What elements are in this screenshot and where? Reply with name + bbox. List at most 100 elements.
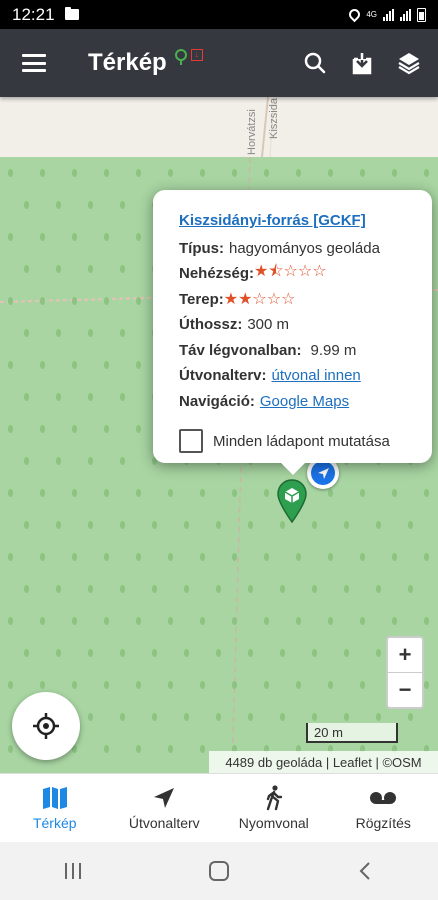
show-all-waypoints-checkbox[interactable] <box>179 429 203 453</box>
forest-dot <box>72 553 77 561</box>
forest-dot <box>88 201 93 209</box>
forest-dot <box>8 745 13 753</box>
cache-info-popup: Kiszsidányi-forrás [GCKF] Típus: hagyomán… <box>153 190 432 475</box>
zoom-in-button[interactable]: + <box>388 638 422 672</box>
forest-dot <box>72 361 77 369</box>
forest-dot <box>136 489 141 497</box>
forest-dot <box>72 169 77 177</box>
forest-dot <box>88 329 93 337</box>
forest-dot <box>120 201 125 209</box>
forest-dot <box>376 585 381 593</box>
forest-dot <box>216 585 221 593</box>
forest-dot <box>328 489 333 497</box>
forest-dot <box>392 553 397 561</box>
forest-dot <box>136 425 141 433</box>
forest-dot <box>232 489 237 497</box>
forest-dot <box>296 681 301 689</box>
forest-dot <box>56 265 61 273</box>
forest-dot <box>40 169 45 177</box>
forest-dot <box>328 169 333 177</box>
forest-dot <box>232 681 237 689</box>
forest-dot <box>184 713 189 721</box>
map-scale: 20 m <box>306 723 398 743</box>
google-maps-link[interactable]: Google Maps <box>260 393 349 410</box>
layers-button[interactable] <box>385 29 432 97</box>
forest-dot <box>184 585 189 593</box>
forest-dot <box>424 617 429 625</box>
type-label: Típus: <box>179 239 224 257</box>
forest-dot <box>56 521 61 529</box>
forest-dot <box>88 265 93 273</box>
app-bar: Térkép ↓ <box>0 29 438 97</box>
locate-me-button[interactable] <box>12 692 80 760</box>
back-button[interactable] <box>335 842 395 900</box>
forest-dot <box>8 681 13 689</box>
crosshair-icon <box>33 713 59 739</box>
forest-dot <box>344 521 349 529</box>
recent-apps-icon <box>65 863 81 879</box>
signal-icon <box>383 8 394 21</box>
nav-tab-route-label: Útvonalterv <box>128 815 200 831</box>
forest-dot <box>88 393 93 401</box>
forest-dot <box>40 361 45 369</box>
battery-icon <box>417 7 426 22</box>
walking-person-icon <box>264 785 284 811</box>
nav-tab-record[interactable]: Rögzítés <box>329 774 438 842</box>
nav-tab-map[interactable]: Térkép <box>0 774 110 842</box>
forest-dot <box>312 713 317 721</box>
menu-button[interactable] <box>0 29 68 97</box>
forest-dot <box>104 489 109 497</box>
download-button[interactable] <box>338 29 385 97</box>
forest-dot <box>40 297 45 305</box>
search-button[interactable] <box>291 29 338 97</box>
forest-dot <box>296 553 301 561</box>
forest-dot <box>104 297 109 305</box>
folder-icon <box>64 7 79 20</box>
nav-tab-track-label: Nyomvonal <box>238 815 309 831</box>
forest-dot <box>168 745 173 753</box>
forest-dot <box>296 169 301 177</box>
forest-dot <box>40 425 45 433</box>
forest-dot <box>360 553 365 561</box>
forest-dot <box>56 457 61 465</box>
home-button[interactable] <box>189 842 249 900</box>
forest-dot <box>392 489 397 497</box>
forest-dot <box>376 521 381 529</box>
forest-dot <box>280 713 285 721</box>
forest-dot <box>392 169 397 177</box>
zoom-out-button[interactable]: − <box>388 672 422 706</box>
forest-dot <box>360 169 365 177</box>
signal-icon-2 <box>400 8 411 21</box>
forest-dot <box>136 297 141 305</box>
nav-tab-track[interactable]: Nyomvonal <box>219 774 329 842</box>
forest-dot <box>8 617 13 625</box>
forest-dot <box>104 425 109 433</box>
road-label-kiszsida: Kiszsida <box>268 98 280 139</box>
recent-apps-button[interactable] <box>43 842 103 900</box>
forest-dot <box>200 489 205 497</box>
forest-dot <box>56 393 61 401</box>
geocache-marker[interactable] <box>276 479 308 523</box>
forest-dot <box>200 745 205 753</box>
forest-dot <box>312 521 317 529</box>
difficulty-stars: ★⯪☆☆☆ <box>254 263 327 281</box>
forest-dot <box>280 649 285 657</box>
route-link[interactable]: útvonal innen <box>272 367 361 384</box>
forest-dot <box>56 585 61 593</box>
forest-dot <box>280 585 285 593</box>
forest-dot <box>264 553 269 561</box>
cache-title-link[interactable]: Kiszsidányi-forrás [GCKF] <box>179 212 366 229</box>
system-navigation-bar <box>0 842 438 900</box>
forest-dot <box>24 393 29 401</box>
forest-dot <box>136 233 141 241</box>
nav-tab-route[interactable]: Útvonalterv <box>110 774 220 842</box>
location-status-icon <box>347 6 363 23</box>
show-all-waypoints-row[interactable]: Minden ládapont mutatása <box>179 428 412 454</box>
forest-dot <box>200 617 205 625</box>
forest-dot <box>24 521 29 529</box>
forest-dot <box>56 649 61 657</box>
forest-dot <box>312 649 317 657</box>
forest-dot <box>264 681 269 689</box>
forest-dot <box>232 617 237 625</box>
difficulty-label: Nehézség: <box>179 265 255 283</box>
